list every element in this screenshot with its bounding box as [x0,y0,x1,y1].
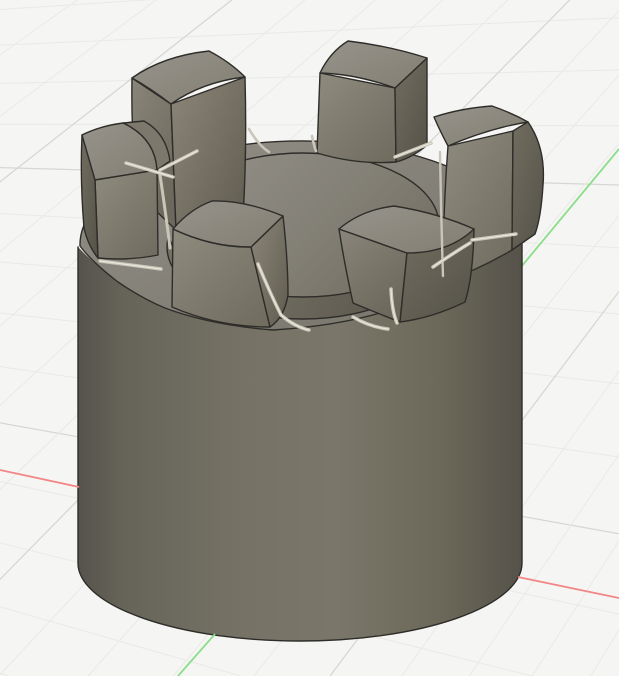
tooth-2-front-face[interactable] [317,73,396,163]
tooth-4[interactable] [81,121,170,259]
tooth-6[interactable] [339,206,474,322]
tooth-4-front-face[interactable] [95,170,158,259]
viewport-canvas[interactable] [0,0,619,676]
viewport-container [0,0,619,676]
tooth-5[interactable] [172,201,288,327]
tooth-2[interactable] [317,41,427,163]
